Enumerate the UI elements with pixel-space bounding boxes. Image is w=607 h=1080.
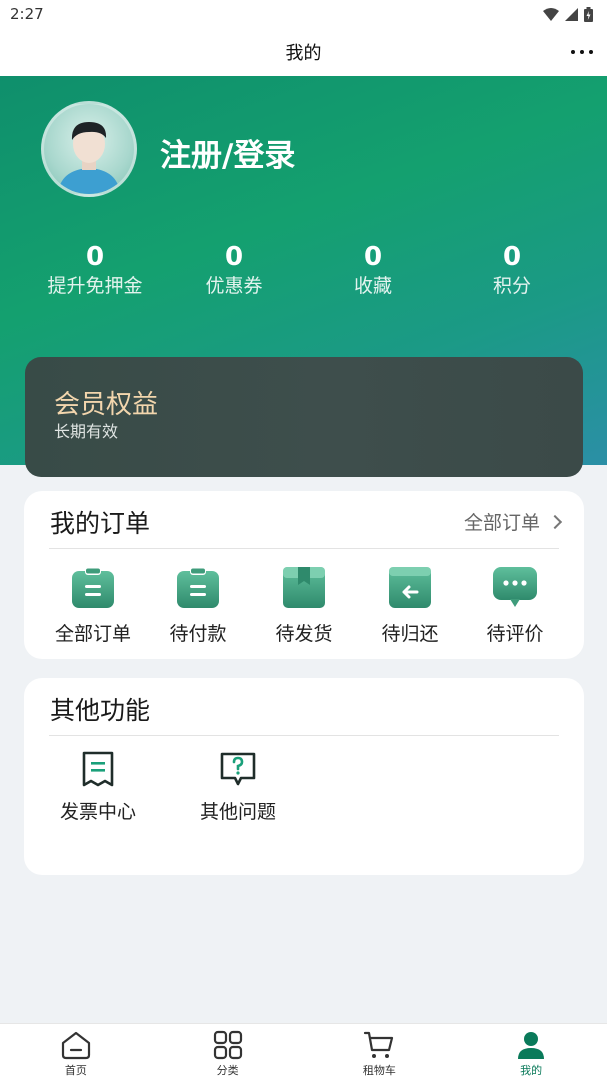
signal-icon: [565, 7, 578, 21]
return-box-icon: [389, 567, 431, 608]
grid-icon: [213, 1030, 242, 1060]
tab-category[interactable]: 分类: [152, 1024, 304, 1080]
more-button[interactable]: [571, 42, 593, 62]
more-dot-icon: [589, 50, 593, 54]
stat-label: 优惠券: [205, 275, 263, 297]
order-label: 待付款: [169, 623, 227, 645]
stat-value: 0: [502, 242, 522, 272]
my-orders-card: 我的订单 全部订单 全部订单 待付款 待发货 待归还 待评价: [24, 491, 584, 659]
member-title: 会员权益: [54, 390, 159, 420]
order-label: 待评价: [486, 623, 544, 645]
invoice-center-button[interactable]: 发票中心: [38, 751, 158, 824]
other-functions-card: 其他功能 发票中心 其他问题: [24, 678, 584, 875]
chevron-right-icon: [547, 514, 563, 529]
order-label: 全部订单: [54, 623, 131, 645]
member-benefits-card[interactable]: 会员权益 长期有效: [25, 357, 583, 477]
nav-bar: 我的: [0, 28, 607, 76]
func-label: 其他问题: [199, 801, 276, 823]
tab-label: 首页: [64, 1064, 87, 1077]
tab-mine[interactable]: 我的: [455, 1024, 607, 1080]
member-subtitle: 长期有效: [54, 422, 119, 441]
order-all-button[interactable]: 全部订单: [40, 565, 146, 646]
clipboard-icon: [177, 567, 219, 608]
stat-value: 0: [224, 242, 244, 272]
order-label: 待归还: [381, 623, 439, 645]
tab-cart[interactable]: 租物车: [304, 1024, 456, 1080]
chat-bubble-icon: [493, 567, 537, 607]
status-icons: [543, 6, 593, 22]
order-pending-shipment-button[interactable]: 待发货: [251, 565, 357, 646]
order-pending-payment-button[interactable]: 待付款: [145, 565, 251, 646]
home-icon: [61, 1031, 90, 1060]
func-label: 发票中心: [59, 801, 136, 823]
clipboard-icon: [72, 567, 114, 608]
box-icon: [283, 567, 325, 608]
battery-icon: [584, 6, 593, 22]
stat-label: 积分: [492, 275, 531, 297]
divider: [49, 548, 559, 549]
bottom-tab-bar: 首页 分类 租物车 我的: [0, 1023, 607, 1080]
tab-home[interactable]: 首页: [0, 1024, 152, 1080]
more-dot-icon: [571, 50, 575, 54]
cart-icon: [364, 1031, 394, 1058]
login-register-link[interactable]: 注册/登录: [160, 130, 295, 175]
order-label: 待发货: [275, 623, 333, 645]
status-time: 2:27: [10, 5, 44, 23]
stat-label: 收藏: [353, 275, 392, 297]
stat-label: 提升免押金: [47, 275, 143, 297]
avatar-person-icon: [58, 122, 120, 194]
more-dot-icon: [580, 50, 584, 54]
other-questions-button[interactable]: 其他问题: [178, 751, 298, 824]
page-title: 我的: [285, 43, 322, 64]
other-title: 其他功能: [50, 696, 151, 725]
divider: [49, 735, 559, 736]
stat-value: 0: [85, 242, 105, 272]
user-icon: [518, 1032, 545, 1059]
wifi-icon: [543, 7, 559, 21]
order-pending-return-button[interactable]: 待归还: [357, 565, 463, 646]
avatar[interactable]: [41, 101, 137, 197]
tab-label: 租物车: [362, 1064, 396, 1077]
stat-value: 0: [363, 242, 383, 272]
question-bubble-icon: [220, 752, 256, 786]
stat-favorites[interactable]: 0 收藏: [303, 242, 443, 300]
tab-label: 分类: [216, 1064, 239, 1077]
order-pending-review-button[interactable]: 待评价: [462, 565, 568, 646]
stat-deposit[interactable]: 0 提升免押金: [25, 242, 165, 300]
status-bar: 2:27: [0, 0, 607, 28]
tab-label: 我的: [520, 1064, 543, 1077]
stat-points[interactable]: 0 积分: [442, 242, 582, 300]
invoice-icon: [82, 751, 114, 787]
stat-coupons[interactable]: 0 优惠券: [164, 242, 304, 300]
all-orders-link-label: 全部订单: [463, 512, 540, 534]
orders-title: 我的订单: [50, 509, 151, 538]
all-orders-link[interactable]: 全部订单: [463, 508, 563, 535]
